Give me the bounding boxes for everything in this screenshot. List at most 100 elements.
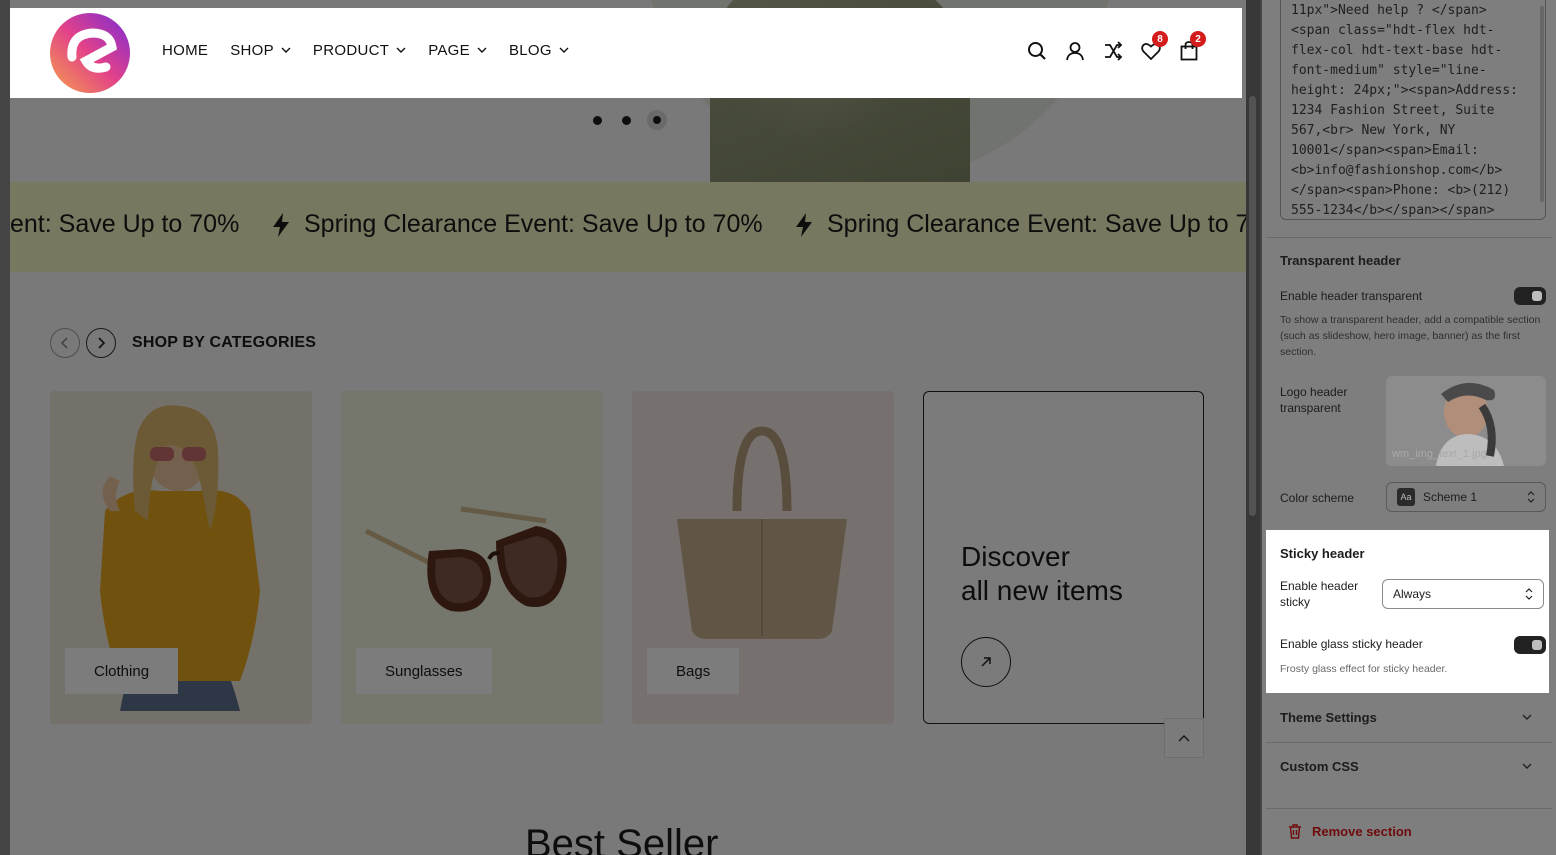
- marquee-text: ent: Save Up to 70%: [10, 210, 240, 238]
- search-icon: [1028, 42, 1046, 60]
- slide-dot-3[interactable]: [647, 110, 667, 130]
- slide-dot-1[interactable]: [593, 116, 602, 125]
- best-seller-title: Best Seller: [525, 822, 719, 855]
- account-button[interactable]: [1064, 40, 1086, 62]
- nav-label: HOME: [162, 42, 209, 59]
- wishlist-count-badge: 8: [1152, 31, 1168, 47]
- cart-button[interactable]: 2: [1178, 31, 1206, 62]
- color-scheme-value: Scheme 1: [1423, 490, 1478, 504]
- marquee-item: Spring Clearance Event: Save Up to 70%: [272, 210, 763, 239]
- discover-card[interactable]: Discover all new items: [923, 391, 1204, 724]
- enable-glass-sticky-label: Enable glass sticky header: [1280, 637, 1423, 651]
- categories-title: SHOP BY CATEGORIES: [132, 334, 317, 351]
- discover-text: Discover all new items: [961, 540, 1123, 608]
- categories-header: SHOP BY CATEGORIES: [50, 328, 316, 358]
- nav-label: SHOP: [230, 42, 274, 59]
- nav-label: PAGE: [428, 42, 470, 59]
- theme-settings-label: Theme Settings: [1280, 710, 1377, 725]
- select-arrows-icon: [1527, 491, 1535, 503]
- color-scheme-swatch-icon: Aa: [1397, 488, 1415, 506]
- trash-icon: [1289, 824, 1301, 839]
- slide-dot-2[interactable]: [622, 116, 631, 125]
- nav-label: BLOG: [508, 42, 552, 59]
- wishlist-button[interactable]: 8: [1140, 31, 1168, 62]
- header-icons: 8 2: [1026, 31, 1206, 62]
- transparent-header-help: To show a transparent header, add a comp…: [1280, 314, 1541, 358]
- divider: [1266, 237, 1552, 238]
- color-scheme-label: Color scheme: [1280, 491, 1355, 505]
- chevron-down-icon: [1522, 763, 1532, 769]
- theme-settings-accordion[interactable]: Theme Settings: [1280, 710, 1532, 725]
- enable-header-transparent-toggle[interactable]: [1514, 287, 1546, 305]
- storefront-preview: ent: Save Up to 70% Spring Clearance Eve…: [0, 0, 1262, 855]
- sticky-header-section: Sticky header Enable header sticky Alway…: [1266, 530, 1549, 693]
- discover-line-1: Discover: [961, 541, 1070, 572]
- logo-image-picker[interactable]: wm_img_text_1.jpg: [1386, 376, 1546, 466]
- custom-html-textarea[interactable]: 11px">Need help ? </span> <span class="h…: [1280, 0, 1546, 220]
- select-arrows-icon: [1525, 588, 1533, 600]
- nav-product[interactable]: PRODUCT: [313, 42, 406, 59]
- nav-home[interactable]: HOME: [162, 42, 208, 59]
- enable-header-sticky-select[interactable]: Always: [1382, 579, 1544, 609]
- compare-button[interactable]: [1102, 40, 1124, 62]
- chevron-down-icon: [1522, 714, 1532, 720]
- marquee-item: Spring Clearance Event: Save Up to 70: [795, 210, 1246, 239]
- announcement-marquee: ent: Save Up to 70% Spring Clearance Eve…: [10, 182, 1246, 272]
- logo-header-transparent-label: Logo header transparent: [1280, 385, 1348, 415]
- marquee-text: Spring Clearance Event: Save Up to 70%: [304, 210, 763, 238]
- category-label[interactable]: Bags: [647, 648, 740, 694]
- categories-prev-button[interactable]: [50, 328, 80, 358]
- nav-blog[interactable]: BLOG: [509, 42, 569, 59]
- discover-line-2: all new items: [961, 575, 1123, 606]
- textarea-scrollbar[interactable]: [1540, 6, 1544, 202]
- enable-header-transparent-label: Enable header transparent: [1280, 289, 1423, 303]
- cart-count-badge: 2: [1190, 31, 1206, 47]
- custom-css-label: Custom CSS: [1280, 759, 1359, 774]
- account-icon: [1066, 42, 1084, 61]
- preview-scrollbar[interactable]: [1246, 0, 1260, 855]
- marquee-text: Spring Clearance Event: Save Up to 70: [827, 210, 1246, 238]
- arrow-up-right-icon: [981, 657, 991, 667]
- glass-sticky-help: Frosty glass effect for sticky header.: [1280, 663, 1448, 675]
- remove-section-label: Remove section: [1312, 824, 1412, 839]
- chevron-down-icon: [559, 47, 569, 53]
- enable-header-sticky-label: Enable header sticky: [1280, 579, 1359, 609]
- site-header: HOME SHOP PRODUCT PAGE BLOG 8 2: [10, 8, 1242, 98]
- settings-panel: 11px">Need help ? </span> <span class="h…: [1262, 0, 1556, 855]
- nav-label: PRODUCT: [312, 42, 390, 59]
- custom-css-accordion[interactable]: Custom CSS: [1280, 759, 1532, 774]
- nav-shop[interactable]: SHOP: [230, 42, 291, 59]
- divider: [1266, 808, 1552, 809]
- remove-section-button[interactable]: Remove section: [1288, 824, 1412, 839]
- chevron-right-icon: [98, 337, 106, 349]
- main-nav: HOME SHOP PRODUCT PAGE BLOG: [162, 42, 569, 59]
- sticky-header-title: Sticky header: [1280, 546, 1365, 561]
- transparent-header-title: Transparent header: [1280, 253, 1401, 268]
- preview-scroll-thumb[interactable]: [1249, 96, 1256, 516]
- enable-glass-sticky-toggle[interactable]: [1514, 636, 1546, 654]
- color-scheme-select[interactable]: Aa Scheme 1: [1386, 482, 1546, 512]
- compare-icon: [1105, 41, 1123, 61]
- back-to-top-button[interactable]: [1164, 718, 1204, 758]
- brand-logo[interactable]: [50, 13, 130, 93]
- nav-page[interactable]: PAGE: [428, 42, 487, 59]
- category-label[interactable]: Clothing: [65, 648, 179, 694]
- preview-canvas: ent: Save Up to 70% Spring Clearance Eve…: [10, 0, 1246, 855]
- categories-next-button[interactable]: [86, 328, 116, 358]
- enable-header-sticky-value: Always: [1393, 587, 1432, 601]
- category-label[interactable]: Sunglasses: [356, 648, 492, 694]
- lightning-icon: [273, 212, 289, 237]
- chevron-up-icon: [1178, 734, 1190, 742]
- chevron-down-icon: [477, 47, 487, 53]
- category-card-bags[interactable]: Bags: [632, 391, 894, 724]
- chevron-down-icon: [396, 47, 406, 53]
- category-card-clothing[interactable]: Clothing: [50, 391, 312, 724]
- discover-arrow-button[interactable]: [961, 637, 1011, 687]
- chevron-left-icon: [60, 337, 68, 349]
- lightning-icon: [796, 212, 812, 237]
- search-button[interactable]: [1026, 40, 1048, 62]
- category-card-sunglasses[interactable]: Sunglasses: [341, 391, 603, 724]
- logo-file-name: wm_img_text_1.jpg: [1392, 448, 1487, 460]
- chevron-down-icon: [281, 47, 291, 53]
- divider: [1266, 742, 1552, 743]
